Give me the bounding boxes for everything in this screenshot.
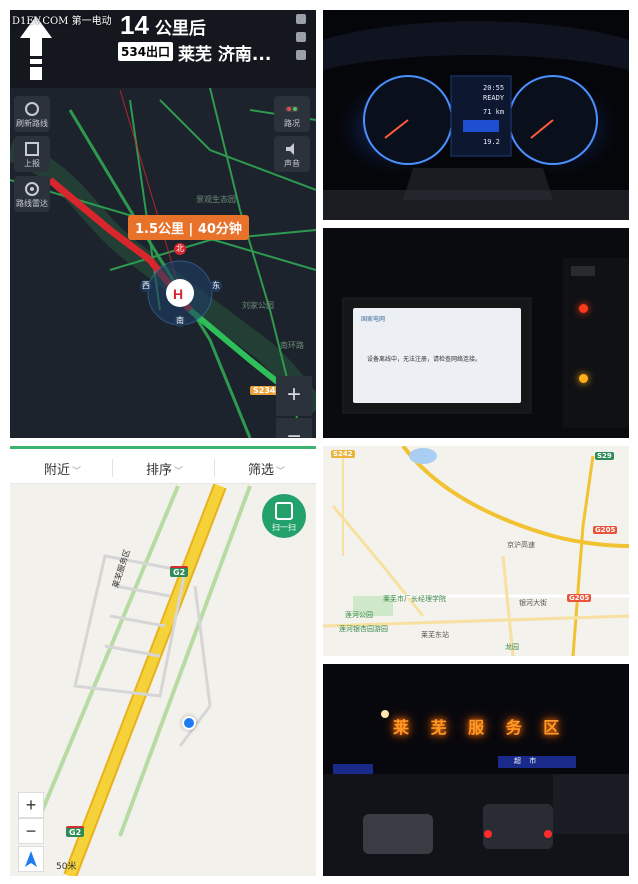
road-shield: S242: [331, 450, 355, 458]
terminal-screen: 国家电网 设备离线中，无法注册，请检查网络连接。: [353, 308, 521, 403]
service-area-map: 附近 ﹀ 排序 ﹀ 筛选 ﹀ 扫一扫 莱芜服务区 G2 G2 + − 50米: [10, 446, 316, 876]
service-area-sign: 莱 芜 服 务 区: [393, 718, 568, 737]
refresh-icon: [25, 102, 39, 116]
navigation-screen: H 14公里后 534出口 莱芜 济南... 刷新路线 上报 路线雷达 路况: [10, 10, 316, 438]
poi-label: 莱芜市厂长经理学院: [383, 595, 446, 603]
dashboard-photo: 20:55 READY 71 km 19.2: [323, 10, 629, 220]
zoom-out-button[interactable]: −: [18, 818, 44, 844]
supermarket-sign: 超 市: [498, 756, 576, 768]
refresh-route-button[interactable]: 刷新路线: [14, 96, 50, 132]
clock-readout: 20:55: [483, 84, 505, 92]
radar-icon: [25, 182, 39, 196]
svg-text:H: H: [173, 286, 183, 302]
scan-button[interactable]: 扫一扫: [262, 494, 306, 538]
charging-terminal-photo: 国家电网 设备离线中，无法注册，请检查网络连接。: [323, 228, 629, 438]
sound-button[interactable]: 声音: [274, 136, 310, 172]
compass-east: 东: [210, 280, 222, 292]
night-scene: [323, 664, 629, 876]
road-name: 莱芜 济南...: [178, 45, 272, 65]
speaker-icon: [286, 143, 294, 155]
menu-icon[interactable]: [296, 50, 306, 60]
eta-badge: 1.5公里 | 40分钟: [128, 215, 249, 240]
road-shield: S234: [250, 386, 279, 395]
compass-west: 西: [140, 280, 152, 292]
highway-shield: G2: [170, 566, 189, 577]
zoom-in-button[interactable]: +: [18, 792, 44, 818]
tab-sort[interactable]: 排序 ﹀: [146, 459, 183, 478]
scan-icon: [275, 502, 293, 520]
range-readout: 71 km: [483, 108, 505, 116]
service-area-night-photo: 莱 芜 服 务 区 超 市: [323, 664, 629, 876]
divider: [112, 459, 113, 477]
map-scale: 50米: [56, 862, 77, 872]
divider: [214, 459, 215, 477]
road-shield: G205: [593, 526, 618, 534]
tab-filter[interactable]: 筛选 ﹀: [248, 459, 285, 478]
gps-icon: [296, 14, 306, 24]
road-shield: S29: [595, 452, 614, 460]
led-indicator-red: [579, 304, 588, 313]
filter-tab-bar: 附近 ﹀ 排序 ﹀ 筛选 ﹀: [10, 446, 316, 484]
battery-icon: [296, 32, 306, 42]
zoom-out-button[interactable]: −: [276, 418, 312, 438]
odometer-readout: 19.2: [483, 138, 500, 146]
compass-north: 北: [174, 243, 186, 255]
map-label: 银河大街: [519, 599, 547, 607]
map-label: 京沪高速: [507, 541, 535, 549]
map-label: 刘家公园: [242, 301, 274, 310]
city-map: S242 S29 G205 G205 京沪高速 莱芜市厂长经理学院 银河大街 莲…: [323, 446, 629, 656]
report-button[interactable]: 上报: [14, 136, 50, 172]
led-indicator-amber: [579, 374, 588, 383]
poi-label: 龙园: [505, 643, 519, 651]
highway-shield: G2: [66, 826, 85, 837]
zoom-in-button[interactable]: +: [276, 376, 312, 416]
watermark: D1EV.COM 第一电动: [12, 16, 112, 27]
map-label: 南环路: [280, 341, 304, 350]
offline-message: 设备离线中，无法注册，请检查网络连接。: [367, 356, 482, 363]
map-label: 景观生态园: [196, 195, 236, 204]
road-shield: G205: [567, 594, 592, 602]
instrument-cluster: [323, 10, 629, 220]
traffic-button[interactable]: 路况: [274, 96, 310, 132]
poi-label: 莲河银杏园游园: [339, 625, 388, 633]
status-icons: [296, 14, 308, 68]
turn-distance: 14 公里后: [120, 10, 206, 40]
edit-icon: [25, 142, 39, 156]
ready-indicator: READY: [483, 94, 505, 102]
compass-button[interactable]: [18, 846, 44, 872]
route-radar-button[interactable]: 路线雷达: [14, 176, 50, 212]
traffic-light-icon: [285, 106, 299, 112]
exit-badge: 534出口: [118, 42, 174, 61]
tab-nearby[interactable]: 附近 ﹀: [44, 459, 81, 478]
grid-logo: 国家电网: [361, 316, 386, 323]
compass-south: 南: [174, 315, 186, 327]
current-location-dot: [182, 716, 196, 730]
poi-label: 莱芜东站: [421, 631, 449, 639]
navigation-arrow-icon: [25, 851, 37, 867]
poi-label: 莲河公园: [345, 611, 373, 619]
